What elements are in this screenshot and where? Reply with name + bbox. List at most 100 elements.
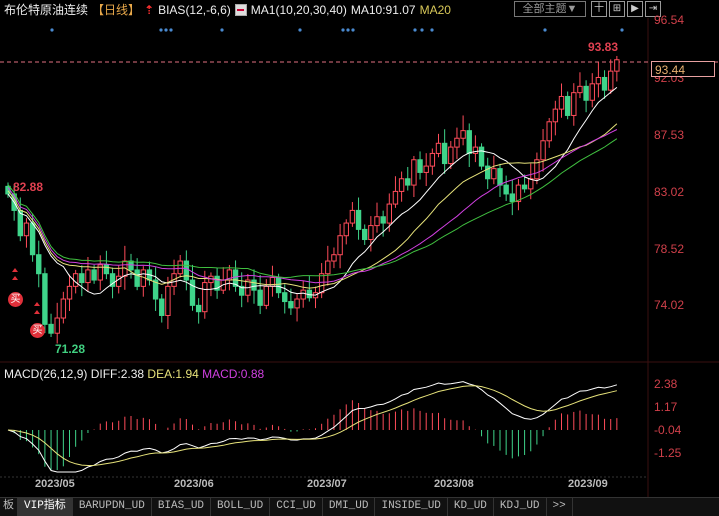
candle-body (478, 146, 485, 167)
candle-body (288, 301, 294, 309)
signal-dot (543, 28, 547, 32)
signal-dot (164, 28, 168, 32)
trough-label: 71.28 (55, 342, 86, 356)
buy-signal-badge[interactable]: 买 (8, 292, 23, 307)
candle-body (503, 184, 509, 195)
candle-body (411, 159, 417, 186)
signal-dot (346, 28, 350, 32)
candle-body (509, 193, 516, 203)
signal-dot (169, 28, 173, 32)
candle-body (435, 142, 442, 154)
buy-arrow-icon (34, 302, 40, 306)
tab-vip[interactable]: VIP指标 (18, 498, 73, 516)
candle-body (472, 146, 479, 154)
peak-label: 82.88 (13, 180, 44, 194)
tab-kd[interactable]: KD_UD (448, 498, 494, 516)
tab-board[interactable]: 板 (0, 498, 18, 516)
candle-body (337, 235, 343, 256)
signal-dot (413, 28, 417, 32)
candle-body (362, 228, 368, 241)
tab-cci[interactable]: CCI_UD (270, 498, 323, 516)
candle-body (571, 92, 577, 116)
date-label: 2023/05 (35, 478, 75, 490)
macd-title: MACD(26,12,9) (4, 367, 88, 381)
candle-body (460, 130, 466, 139)
axis-label: 78.52 (654, 242, 685, 256)
signal-dot (341, 28, 345, 32)
candle-body (60, 298, 67, 319)
macd-value: MACD:0.88 (202, 367, 265, 381)
candle-body (183, 260, 190, 281)
candle-body (355, 209, 362, 230)
candle-body (257, 289, 263, 306)
current-price-box: 93.44 (651, 61, 715, 77)
tab-dmi[interactable]: DMI_UD (323, 498, 376, 516)
candle-body (368, 225, 374, 241)
candle-body (282, 292, 288, 303)
date-label: 2023/08 (434, 478, 474, 490)
candle-body (159, 298, 165, 316)
candle-body (195, 304, 202, 313)
tabs-more-button[interactable]: >> (547, 498, 573, 516)
signal-dot (159, 28, 163, 32)
candle-body (546, 121, 552, 142)
candle-body (552, 108, 559, 123)
high-price-label: 93.83 (588, 40, 619, 54)
candle-body (343, 222, 349, 237)
candle-body (294, 298, 300, 309)
candle-body (189, 279, 196, 306)
signal-dot (430, 28, 434, 32)
candle-body (23, 222, 30, 237)
candle-body (300, 289, 306, 300)
candle-body (429, 152, 436, 167)
tab-barupdn[interactable]: BARUPDN_UD (73, 498, 152, 516)
price-chart[interactable] (0, 0, 719, 497)
candle-body (595, 76, 602, 85)
date-label: 2023/07 (307, 478, 347, 490)
candle-body (380, 216, 386, 224)
candle-body (448, 146, 454, 165)
dea-line (7, 385, 618, 467)
candle-body (441, 142, 448, 165)
tab-inside[interactable]: INSIDE_UD (375, 498, 448, 516)
candle-body (116, 275, 122, 287)
candle-body (177, 260, 183, 275)
indicator-tabs: 板 VIP指标 BARUPDN_UD BIAS_UD BOLL_UD CCI_U… (0, 497, 719, 516)
candle-body (374, 216, 380, 227)
date-label: 2023/09 (568, 478, 608, 490)
macd-axis-label: 2.38 (654, 377, 678, 391)
candle-body (497, 168, 503, 186)
tab-boll[interactable]: BOLL_UD (211, 498, 271, 516)
signal-dot (420, 28, 424, 32)
candle-body (491, 168, 497, 180)
candle-body (392, 190, 399, 205)
ma40-line (7, 138, 618, 279)
candle-body (521, 184, 528, 190)
candle-body (398, 178, 405, 192)
candle-body (79, 273, 85, 284)
date-label: 2023/06 (174, 478, 214, 490)
axis-label: 96.54 (654, 13, 685, 27)
signal-dot (220, 28, 224, 32)
buy-arrow-icon (34, 310, 40, 314)
tab-bias[interactable]: BIAS_UD (152, 498, 212, 516)
candle-body (165, 285, 171, 316)
candle-body (85, 269, 91, 284)
candle-body (386, 203, 393, 224)
buy-arrow-icon (12, 268, 18, 272)
tab-kdj[interactable]: KDJ_UD (494, 498, 547, 516)
candle-body (251, 279, 257, 291)
macd-axis-label: -0.04 (654, 423, 682, 437)
candle-body (134, 269, 140, 287)
candle-body (417, 159, 423, 173)
candle-body (331, 254, 337, 262)
dea-value: DEA:1.94 (147, 367, 199, 381)
candle-body (36, 254, 42, 275)
candle-body (614, 59, 620, 72)
candle-body (454, 137, 460, 148)
candle-body (564, 95, 571, 116)
candle-body (405, 178, 411, 186)
buy-signal-badge[interactable]: 买 (30, 323, 45, 338)
candle-body (269, 277, 276, 287)
candle-body (48, 323, 54, 334)
